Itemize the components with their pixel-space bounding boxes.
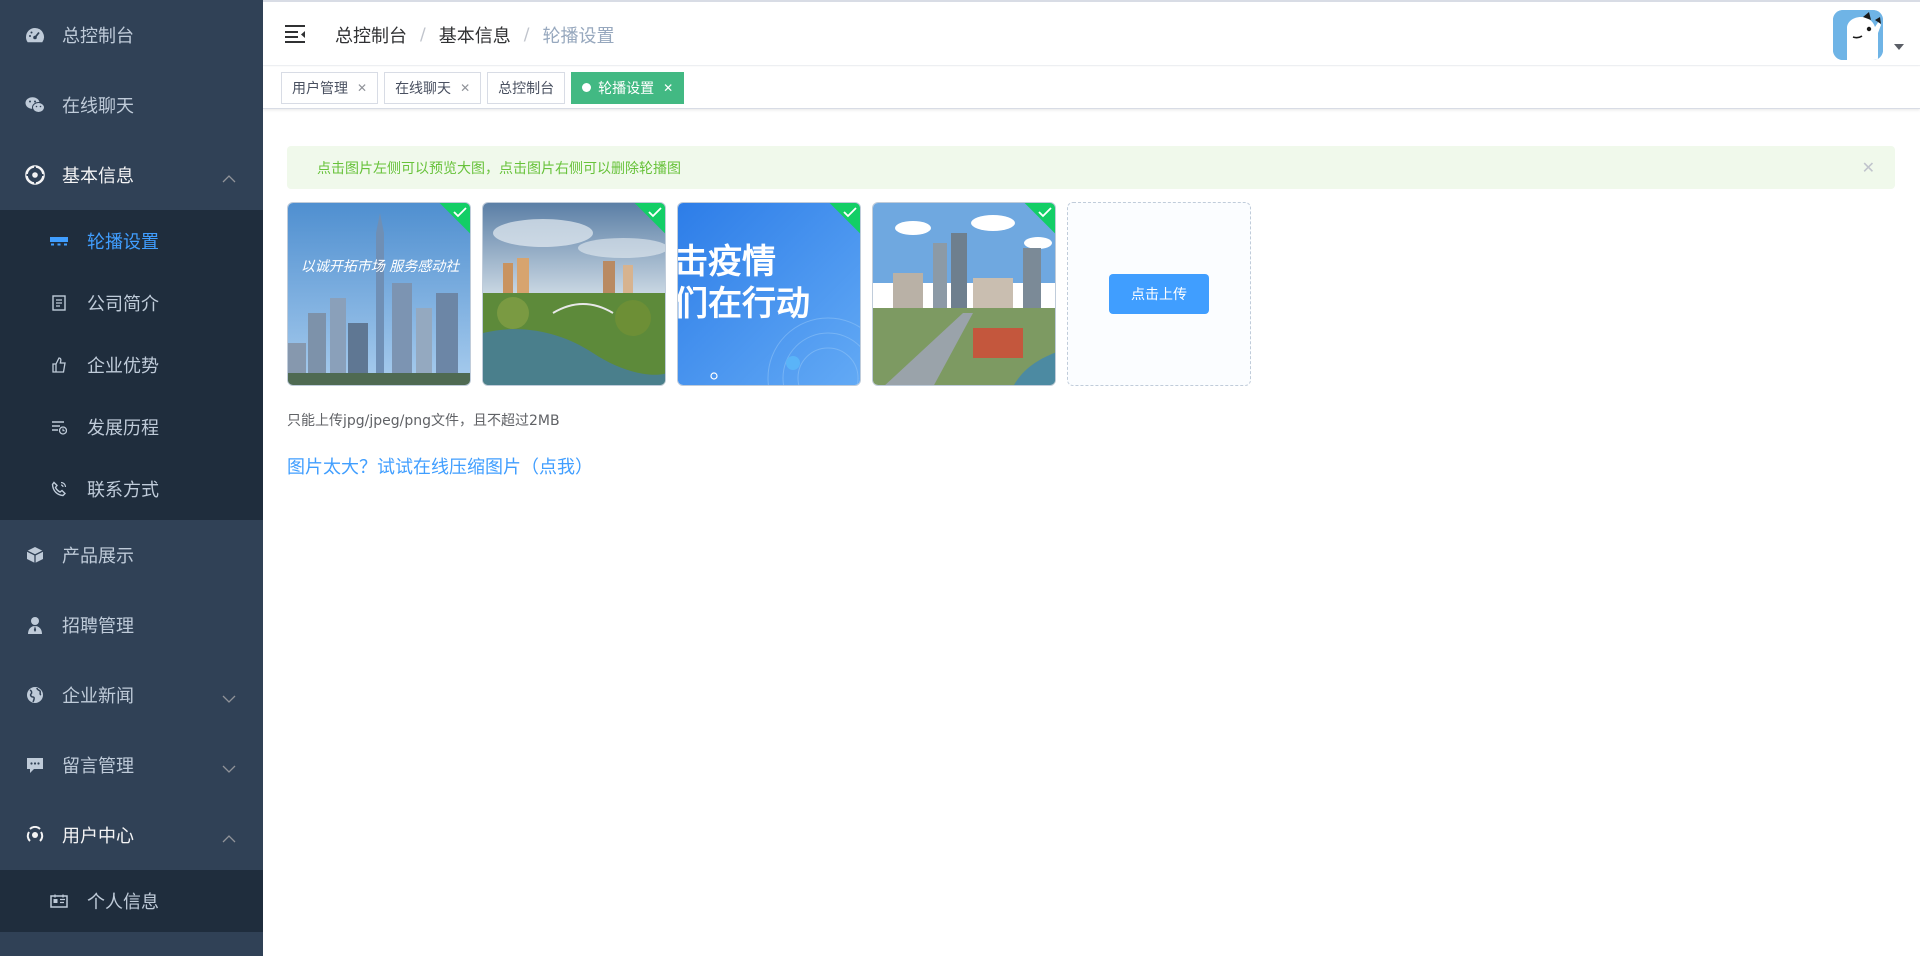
hamburger-icon[interactable]: [283, 22, 307, 46]
submenu-user-center: 个人信息: [0, 870, 263, 932]
carousel-image-4[interactable]: [872, 202, 1056, 386]
globe-icon: [25, 685, 45, 705]
sidebar-item-label: 轮播设置: [87, 232, 159, 253]
box-icon: [25, 545, 45, 565]
sidebar-item-label: 联系方式: [87, 480, 159, 501]
image-caption-text: 击疫情: [678, 242, 776, 282]
tag-user-management[interactable]: 用户管理 ✕: [281, 71, 379, 104]
info-alert: 点击图片左侧可以预览大图，点击图片右侧可以删除轮播图 ✕: [287, 146, 1895, 189]
sidebar-item-carousel-settings[interactable]: 轮播设置: [0, 210, 263, 272]
chevron-up-icon: [222, 167, 236, 188]
close-icon[interactable]: ✕: [357, 81, 367, 95]
tags-view: 用户管理 ✕ 在线聊天 ✕ 总控制台 轮播设置 ✕: [263, 67, 1920, 109]
message-icon: [25, 755, 45, 775]
sidebar-item-dashboard[interactable]: 总控制台: [0, 0, 263, 70]
sidebar-item-label: 个人信息: [87, 892, 159, 913]
carousel-image-list: 以诚开拓市场 服务感动社 击疫情 们在行动 点击上传: [287, 202, 1251, 386]
alert-text: 点击图片左侧可以预览大图，点击图片右侧可以删除轮播图: [317, 160, 681, 177]
history-icon: [50, 418, 68, 436]
check-icon: [648, 207, 662, 218]
city-aerial-image: [873, 203, 1055, 385]
thumbs-up-icon: [50, 356, 68, 374]
avatar[interactable]: [1833, 10, 1883, 60]
upload-tip: 只能上传jpg/jpeg/png文件，且不超过2MB: [287, 413, 560, 429]
tag-carousel-settings[interactable]: 轮播设置 ✕: [571, 71, 685, 104]
image-caption-text: 以诚开拓市场 服务感动社: [301, 259, 460, 275]
info-icon: [25, 165, 45, 185]
sidebar-item-label: 总控制台: [62, 26, 134, 47]
image-uploader[interactable]: 点击上传: [1067, 202, 1251, 386]
breadcrumb-separator: /: [420, 25, 426, 45]
user-center-icon: [25, 825, 45, 845]
sidebar-item-personal-info[interactable]: 个人信息: [0, 870, 263, 932]
sidebar-item-advantages[interactable]: 企业优势: [0, 334, 263, 396]
sidebar-item-label: 产品展示: [62, 546, 134, 567]
carousel-image-2[interactable]: [482, 202, 666, 386]
sidebar: 总控制台 在线聊天 基本信息 轮播设置 公司简介 企业优势 发展历程 联系方式 …: [0, 0, 263, 956]
breadcrumb-item[interactable]: 总控制台: [335, 22, 407, 48]
image-caption-text: 们在行动: [678, 284, 810, 324]
sidebar-item-label: 用户中心: [62, 826, 134, 847]
tag-label: 在线聊天: [395, 80, 452, 97]
breadcrumb-item[interactable]: 基本信息: [439, 22, 511, 48]
sidebar-item-label: 企业新闻: [62, 686, 134, 707]
sidebar-item-recruitment[interactable]: 招聘管理: [0, 590, 263, 660]
carousel-icon: [50, 232, 68, 250]
tag-online-chat[interactable]: 在线聊天 ✕: [384, 71, 482, 104]
navbar: 总控制台 / 基本信息 / 轮播设置: [263, 2, 1920, 66]
breadcrumb-current: 轮播设置: [542, 26, 615, 47]
tag-label: 轮播设置: [598, 80, 655, 97]
carousel-image-3[interactable]: 击疫情 们在行动: [677, 202, 861, 386]
sidebar-item-label: 在线聊天: [62, 96, 134, 117]
sidebar-item-products[interactable]: 产品展示: [0, 520, 263, 590]
active-dot-icon: [582, 83, 592, 92]
user-tie-icon: [25, 615, 45, 635]
sidebar-item-contact[interactable]: 联系方式: [0, 458, 263, 520]
phone-icon: [50, 480, 68, 498]
chevron-up-icon: [222, 827, 236, 848]
river-city-image: [483, 203, 665, 385]
sidebar-item-label: 企业优势: [87, 356, 159, 377]
sidebar-item-label: 基本信息: [62, 166, 134, 187]
tag-dashboard[interactable]: 总控制台: [487, 71, 566, 104]
close-icon[interactable]: ✕: [663, 81, 673, 95]
close-icon[interactable]: ✕: [460, 81, 470, 95]
sidebar-item-label: 招聘管理: [62, 616, 134, 637]
breadcrumb: 总控制台 / 基本信息 / 轮播设置: [335, 22, 614, 48]
tag-label: 用户管理: [292, 80, 348, 97]
sidebar-item-label: 发展历程: [87, 418, 159, 439]
check-icon: [843, 207, 857, 218]
sidebar-item-news[interactable]: 企业新闻: [0, 660, 263, 730]
chevron-down-icon: [222, 757, 236, 778]
sidebar-item-company-profile[interactable]: 公司简介: [0, 272, 263, 334]
close-icon[interactable]: ✕: [1862, 158, 1875, 177]
sidebar-item-user-center[interactable]: 用户中心: [0, 800, 263, 870]
image-overlay-caption: 以诚开拓市场 服务感动社: [301, 259, 460, 275]
upload-button[interactable]: 点击上传: [1109, 274, 1209, 314]
sidebar-item-history[interactable]: 发展历程: [0, 396, 263, 458]
sidebar-item-messages[interactable]: 留言管理: [0, 730, 263, 800]
chevron-down-icon: [222, 687, 236, 708]
compress-image-link[interactable]: 图片太大？试试在线压缩图片（点我）: [287, 453, 593, 479]
carousel-image-1[interactable]: 以诚开拓市场 服务感动社: [287, 202, 471, 386]
image-overlay-caption: 击疫情 们在行动: [678, 242, 810, 324]
sidebar-item-basic-info[interactable]: 基本信息: [0, 140, 263, 210]
caret-down-icon[interactable]: [1894, 44, 1904, 50]
check-icon: [1038, 207, 1052, 218]
submenu-basic-info: 轮播设置 公司简介 企业优势 发展历程 联系方式: [0, 210, 263, 520]
sidebar-item-label: 公司简介: [87, 294, 159, 315]
main-area: 总控制台 / 基本信息 / 轮播设置 用户管理 ✕ 在线聊天 ✕ 总控制台 轮播…: [263, 0, 1920, 956]
dashboard-icon: [25, 25, 45, 45]
breadcrumb-separator: /: [523, 25, 530, 45]
document-icon: [50, 294, 68, 312]
sidebar-item-online-chat[interactable]: 在线聊天: [0, 70, 263, 140]
wechat-icon: [25, 95, 45, 115]
id-card-icon: [50, 892, 68, 910]
tag-label: 总控制台: [498, 80, 555, 97]
sidebar-item-label: 留言管理: [62, 756, 134, 777]
check-icon: [453, 207, 467, 218]
